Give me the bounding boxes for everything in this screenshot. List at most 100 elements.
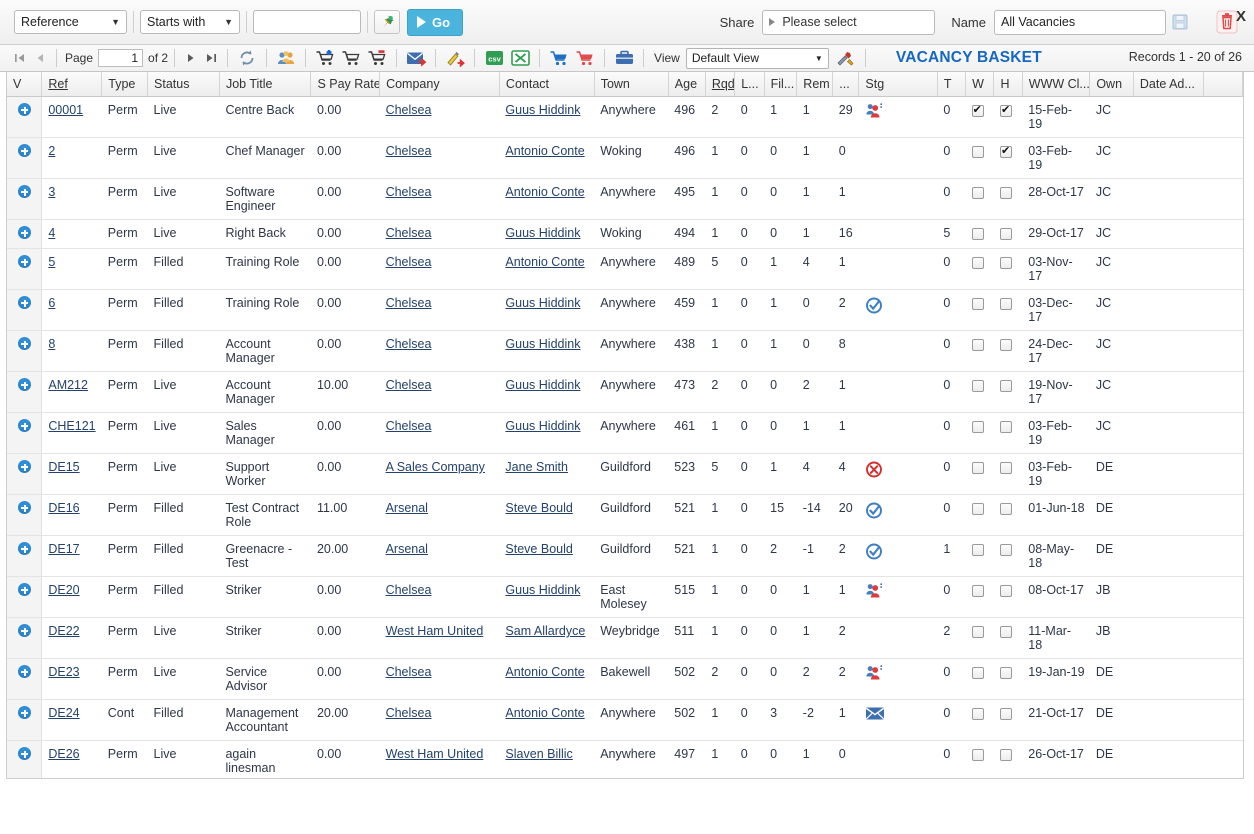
stage-approved-icon[interactable] [865,296,932,315]
cell-w[interactable] [965,535,994,577]
expand-row-button[interactable] [7,137,43,179]
plus-circle-icon[interactable] [18,460,32,473]
column-header-contact[interactable]: Contact [499,72,595,97]
cell-h[interactable] [993,576,1023,618]
column-header-type[interactable]: Type [101,72,149,97]
expand-row-button[interactable] [7,96,43,138]
expand-row-button[interactable] [7,617,43,659]
w-checkbox[interactable] [971,748,984,761]
ref-link[interactable]: DE26 [48,747,79,761]
ref-link[interactable]: 3 [48,185,55,199]
h-checkbox[interactable] [999,461,1012,474]
column-header-expand[interactable]: V [7,72,43,97]
column-header-rqd[interactable]: Rqd [705,72,736,97]
contact-link[interactable]: Guus Hiddink [505,337,580,351]
h-checkbox[interactable] [999,227,1012,240]
table-row[interactable]: DE16 Perm Filled Test Contract Role 11.00 Ars… [7,494,1243,536]
plus-circle-icon[interactable] [18,144,32,157]
cell-h[interactable] [993,617,1023,659]
table-row[interactable]: DE26 Perm Live again linesman 0.00 West Ham U… [7,740,1243,778]
expand-row-button[interactable] [7,494,43,536]
contact-link[interactable]: Jane Smith [505,460,568,474]
column-header-rem[interactable]: Rem [796,72,834,97]
cell-h[interactable] [993,371,1023,413]
w-checkbox[interactable] [971,297,984,310]
red-cart-button[interactable] [574,48,596,69]
column-header-own[interactable]: Own [1089,72,1134,97]
share-select[interactable]: Please select [762,9,936,35]
table-row[interactable]: 8 Perm Filled Account Manager 0.00 Chelsea Guu… [7,330,1243,372]
h-checkbox[interactable] [999,625,1012,638]
table-row[interactable]: AM212 Perm Live Account Manager 10.00 Chelsea… [7,371,1243,413]
column-header-stg[interactable]: Stg [858,72,938,97]
contact-link[interactable]: Guus Hiddink [505,583,580,597]
w-checkbox[interactable] [971,103,984,117]
csv-export-button[interactable]: csv [483,48,505,69]
plus-circle-icon[interactable] [18,296,32,309]
plus-circle-icon[interactable] [18,226,32,239]
column-header-job_title[interactable]: Job Title [219,72,312,97]
h-checkbox[interactable] [999,338,1012,351]
expand-row-button[interactable] [7,453,43,495]
table-row[interactable]: 2 Perm Live Chef Manager 0.00 Chelsea Antonio … [7,137,1243,179]
table-row[interactable]: DE24 Cont Filled Management Accountant 20.00… [7,699,1243,741]
w-checkbox[interactable] [971,338,984,351]
column-header-town[interactable]: Town [594,72,669,97]
table-row[interactable]: 5 Perm Filled Training Role 0.00 Chelsea Anton… [7,248,1243,290]
w-checkbox[interactable] [971,145,984,158]
cell-w[interactable] [965,617,994,659]
w-checkbox[interactable] [971,625,984,638]
save-button[interactable] [1166,13,1194,31]
contact-link[interactable]: Guus Hiddink [505,226,580,240]
ref-link[interactable]: DE23 [48,665,79,679]
refresh-button[interactable] [236,48,258,69]
w-checkbox[interactable] [971,186,984,199]
expand-row-button[interactable] [7,371,43,413]
column-header-tail[interactable] [1203,72,1243,97]
cell-h[interactable] [993,453,1023,495]
expand-row-button[interactable] [7,535,43,577]
mail-merge-button[interactable] [444,48,466,69]
expand-row-button[interactable] [7,219,43,249]
expand-row-button[interactable] [7,740,43,778]
h-checkbox[interactable] [999,584,1012,597]
cell-h[interactable] [993,658,1023,700]
column-header-date_added[interactable]: Date Ad... [1133,72,1204,97]
expand-row-button[interactable] [7,699,43,741]
table-row[interactable]: 3 Perm Live Software Engineer 0.00 Chelsea Ant… [7,178,1243,220]
contact-link[interactable]: Antonio Conte [505,255,584,269]
cell-h[interactable] [993,96,1023,138]
plus-circle-icon[interactable] [18,103,32,116]
cell-w[interactable] [965,219,994,249]
ref-link[interactable]: DE20 [48,583,79,597]
column-header-status[interactable]: Status [147,72,220,97]
column-header-t[interactable]: T [937,72,967,97]
company-link[interactable]: Chelsea [386,226,432,240]
company-link[interactable]: West Ham United [386,624,484,638]
empty-basket-button[interactable] [340,48,362,69]
ref-link[interactable]: 2 [48,144,55,158]
w-checkbox[interactable] [971,502,984,515]
w-checkbox[interactable] [971,707,984,720]
first-page-button[interactable] [10,48,30,68]
cell-h[interactable] [993,330,1023,372]
ref-link[interactable]: DE22 [48,624,79,638]
w-checkbox[interactable] [971,379,984,392]
company-link[interactable]: Arsenal [386,501,428,515]
column-header-company[interactable]: Company [379,72,500,97]
column-header-age[interactable]: Age [668,72,706,97]
h-checkbox[interactable] [999,256,1012,269]
company-link[interactable]: Chelsea [386,378,432,392]
operator-select[interactable]: Starts with ▼ [140,10,240,34]
plus-circle-icon[interactable] [18,706,32,719]
cell-h[interactable] [993,178,1023,220]
column-header-www_cl[interactable]: WWW Cl... [1022,72,1091,97]
plus-circle-icon[interactable] [18,747,32,760]
contact-link[interactable]: Guus Hiddink [505,378,580,392]
expand-row-button[interactable] [7,248,43,290]
expand-row-button[interactable] [7,330,43,372]
company-link[interactable]: Chelsea [386,419,432,433]
contact-link[interactable]: Guus Hiddink [505,296,580,310]
ref-link[interactable]: CHE121 [48,419,95,433]
table-row[interactable]: 6 Perm Filled Training Role 0.00 Chelsea Guus … [7,289,1243,331]
